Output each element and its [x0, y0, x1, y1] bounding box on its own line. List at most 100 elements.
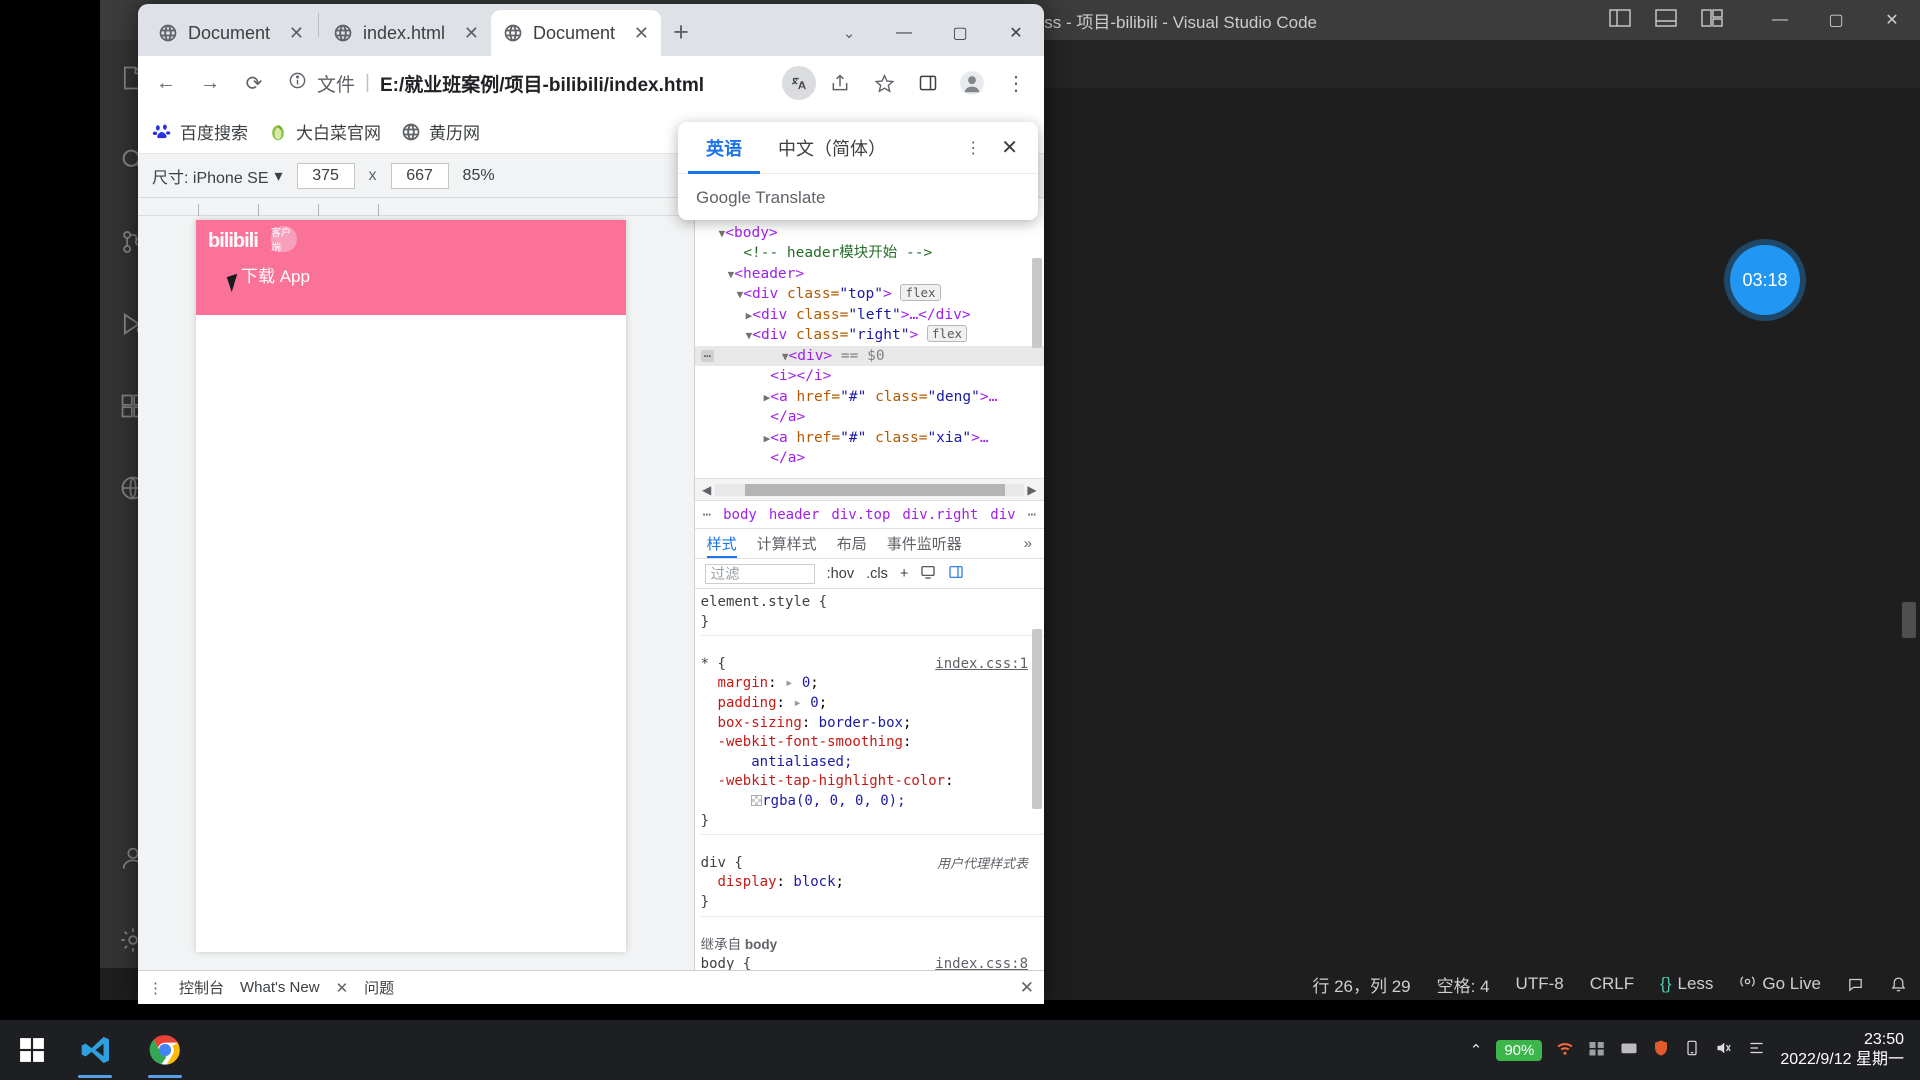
translate-language-tabs[interactable]: 英语 中文（简体） ⋮ ✕ — [678, 122, 1038, 174]
style-declaration[interactable]: rgba(0, 0, 0, 0); — [701, 792, 1044, 812]
chrome-maximize-button[interactable]: ▢ — [932, 10, 988, 56]
device-height-input[interactable] — [390, 162, 449, 189]
side-panel-icon[interactable] — [908, 63, 948, 103]
style-rule-close[interactable]: } — [701, 893, 1044, 913]
taskbar-clock[interactable]: 23:50 2022/9/12 星期一 — [1780, 1030, 1904, 1070]
device-icon[interactable] — [920, 564, 936, 584]
chrome-tab-strip[interactable]: Document ✕ index.html ✕ Document ✕ + ⌄ —… — [138, 4, 1044, 56]
styles-filter-input[interactable]: 过滤 — [704, 563, 815, 584]
scroll-left-arrow[interactable]: ◀ — [699, 483, 715, 497]
dom-crumb-6[interactable]: ⋯ — [1028, 507, 1036, 523]
style-declaration[interactable]: display: block; — [701, 873, 1044, 893]
styles-tab-0[interactable]: 样式 — [707, 529, 737, 559]
sidebar-toggle-icon[interactable] — [948, 564, 964, 584]
grid-layout-icon[interactable] — [1700, 8, 1724, 33]
input-method-icon[interactable] — [1747, 1039, 1766, 1061]
style-rule-close[interactable]: } — [701, 613, 1044, 633]
dom-tree-node[interactable]: <i></i> — [695, 366, 1044, 387]
address-bar[interactable]: 文件 | E:/就业班案例/项目-bilibili/index.html — [278, 63, 778, 103]
chrome-tab-1[interactable]: index.html ✕ — [321, 10, 491, 56]
device-size-selector[interactable]: 尺寸: iPhone SE ▾ — [152, 164, 283, 188]
misc-icon[interactable] — [1588, 1039, 1606, 1061]
chrome-tab-close-icon[interactable]: ✕ — [289, 23, 304, 44]
windows-start-icon[interactable] — [0, 1020, 64, 1080]
windows-taskbar[interactable]: ⌃ 90% 23:50 2022/9/12 星期一 — [0, 1020, 1920, 1080]
style-declaration[interactable]: -webkit-tap-highlight-color: — [701, 772, 1044, 792]
styles-filter-row[interactable]: 过滤 :hov .cls + — [694, 558, 1044, 588]
flex-badge[interactable]: flex — [900, 284, 941, 301]
volume-icon[interactable] — [1714, 1039, 1733, 1061]
drawer-tab-issues[interactable]: 问题 — [364, 977, 394, 998]
dom-crumb-1[interactable]: body — [723, 507, 757, 523]
new-style-rule-button[interactable]: + — [900, 566, 908, 582]
translate-icon[interactable] — [782, 66, 816, 100]
dom-crumb-2[interactable]: header — [769, 507, 820, 523]
bookmark-dabaicai[interactable]: 大白菜官网 — [268, 119, 381, 144]
style-rule-selector[interactable]: element.style { — [701, 593, 1044, 613]
style-rule-divider[interactable] — [700, 635, 1044, 655]
status-go-live[interactable]: Go Live — [1726, 968, 1834, 1000]
styles-tab-2[interactable]: 布局 — [837, 533, 867, 554]
dom-tree-node[interactable]: </a> — [695, 448, 1044, 469]
vscode-close-button[interactable]: ✕ — [1864, 0, 1920, 40]
device-width-input[interactable] — [296, 162, 355, 189]
style-declaration[interactable]: margin: ▸ 0; — [701, 674, 1044, 694]
style-declaration[interactable]: -webkit-font-smoothing: — [701, 733, 1044, 753]
battery-indicator[interactable]: 90% — [1496, 1039, 1543, 1061]
chrome-tab-close-icon[interactable]: ✕ — [464, 23, 479, 44]
bookmark-huangli[interactable]: 黄历网 — [401, 119, 480, 144]
dom-tree-node[interactable]: ▼<div class="right"> flex — [695, 325, 1044, 346]
bilibili-logo[interactable]: bilibili — [208, 230, 259, 253]
app-icon[interactable] — [1620, 1039, 1638, 1061]
url-text[interactable]: E:/就业班案例/项目-bilibili/index.html — [380, 70, 704, 97]
dom-breadcrumb-trail[interactable]: ⋯ body header div.top div.right div ⋯ — [694, 500, 1044, 528]
timer-bubble-overlay[interactable]: 03:18 — [1730, 245, 1800, 315]
network-icon[interactable] — [1556, 1039, 1574, 1061]
status-indentation[interactable]: 空格: 4 — [1424, 968, 1503, 1000]
editor-scrollbar-thumb[interactable] — [1902, 602, 1916, 638]
chrome-tab-0[interactable]: Document ✕ — [146, 10, 316, 56]
inherited-label[interactable]: 继承自 body — [701, 935, 1044, 955]
style-rule-close[interactable]: } — [701, 812, 1044, 832]
vscode-taskbar-icon[interactable] — [64, 1020, 126, 1080]
taskbar-apps[interactable] — [64, 1020, 196, 1080]
client-badge[interactable]: 客户端 — [271, 226, 297, 254]
styles-scrollbar[interactable] — [1032, 629, 1042, 809]
translate-kebab-icon[interactable]: ⋮ — [955, 138, 991, 158]
cls-toggle[interactable]: .cls — [866, 566, 888, 582]
chrome-tabstrip-right[interactable]: ⌄ — ▢ ✕ — [822, 10, 1044, 56]
chrome-close-button[interactable]: ✕ — [988, 10, 1044, 56]
chrome-new-tab-button[interactable]: + — [661, 12, 701, 52]
dom-tree-scrollbar[interactable] — [1032, 258, 1042, 348]
chrome-toolbar[interactable]: ← → ⟳ 文件 | E:/就业班案例/项目-bilibili/index.ht… — [138, 56, 1044, 110]
chrome-taskbar-icon[interactable] — [134, 1020, 196, 1080]
devtools-styles-pane[interactable]: element.style {} * {index.css:1 margin: ▸… — [694, 588, 1044, 970]
phone-icon[interactable] — [1684, 1039, 1700, 1061]
taskbar-system-tray[interactable]: ⌃ 90% 23:50 2022/9/12 星期一 — [1470, 1030, 1920, 1070]
chrome-minimize-button[interactable]: — — [876, 10, 932, 56]
style-rule-divider[interactable] — [700, 915, 1044, 936]
dom-crumb-4[interactable]: div.right — [902, 507, 978, 523]
dom-horizontal-scrollbar[interactable]: ◀ ▶ — [694, 478, 1044, 500]
dom-crumb-5[interactable]: div — [990, 507, 1015, 523]
translate-close-icon[interactable]: ✕ — [991, 135, 1028, 160]
back-button[interactable]: ← — [146, 63, 186, 103]
scroll-thumb[interactable] — [744, 483, 1005, 496]
dom-crumb-3[interactable]: div.top — [831, 507, 890, 523]
split-layout-icon[interactable] — [1608, 8, 1632, 33]
dom-tree-node[interactable]: ▶<div class="left">…</div> — [695, 305, 1044, 326]
share-icon[interactable] — [820, 63, 860, 103]
dom-tree-node[interactable]: ▼<div class="top"> flex — [695, 284, 1044, 305]
styles-panel-tabs[interactable]: 样式 计算样式 布局 事件监听器 » — [694, 528, 1044, 559]
vscode-window-buttons[interactable]: — ▢ ✕ — [1752, 0, 1920, 40]
drawer-tab-whats-new[interactable]: What's New — [240, 979, 320, 996]
devtools-elements-tree[interactable]: ▶<head>…</head>▼<body> <!-- header模块开始 -… — [694, 198, 1044, 478]
dom-tree-node[interactable]: ▶<a href="#" class="deng">… — [695, 387, 1044, 408]
status-eol[interactable]: CRLF — [1577, 968, 1647, 1000]
defender-icon[interactable] — [1652, 1039, 1670, 1061]
hov-toggle[interactable]: :hov — [827, 566, 854, 582]
reload-button[interactable]: ⟳ — [234, 63, 274, 103]
dom-tree-node[interactable]: ▶<a href="#" class="xia">… — [695, 428, 1044, 449]
flex-badge[interactable]: flex — [926, 325, 968, 342]
show-hidden-icon[interactable]: ⌃ — [1470, 1041, 1483, 1059]
